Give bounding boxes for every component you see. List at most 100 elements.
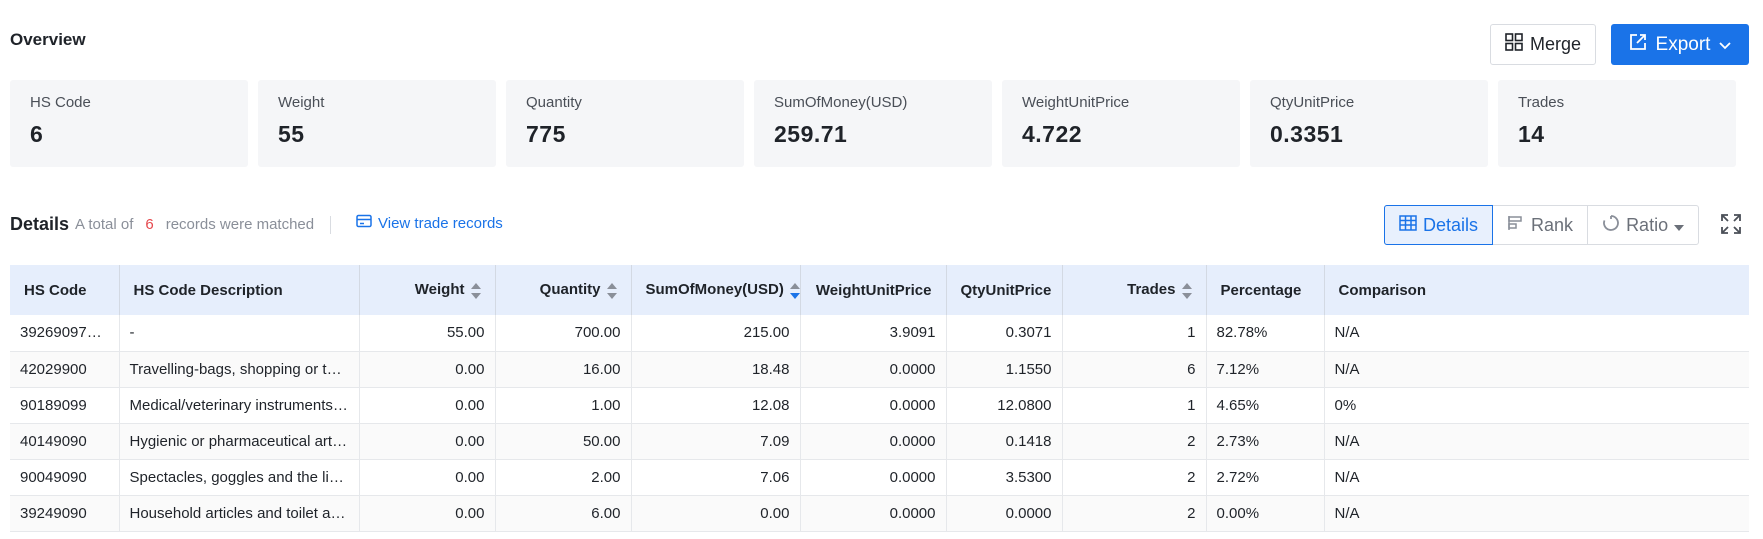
cell-sum-of-money: 7.06 [631, 459, 801, 496]
cell-sum-of-money: 12.08 [631, 387, 801, 424]
cell-weight-unit-price: 0.0000 [800, 459, 947, 496]
table-row: 90189099 Medical/veterinary instruments … [10, 387, 1749, 424]
header-sum-of-money-label: SumOfMoney(USD) [645, 281, 784, 299]
header-sum-of-money[interactable]: SumOfMoney(USD) [631, 265, 801, 315]
header-weight[interactable]: Weight [359, 265, 496, 315]
cell-qty-unit-price: 3.5300 [946, 459, 1063, 496]
header-comparison: Comparison [1324, 265, 1749, 315]
cell-trades: 2 [1062, 423, 1207, 460]
cell-hs-code: 392690979018 [10, 315, 120, 352]
cell-hs-code: 90049090 [10, 459, 120, 496]
ratio-view-label: Ratio [1626, 214, 1669, 235]
merge-button[interactable]: Merge [1490, 24, 1596, 65]
card-label: WeightUnitPrice [1022, 94, 1130, 111]
cell-comparison: N/A [1324, 495, 1749, 532]
cell-description: Spectacles, goggles and the like, n.e.s. [119, 459, 360, 496]
cell-trades: 6 [1062, 351, 1207, 388]
cell-quantity: 6.00 [495, 495, 632, 532]
card-weight: Weight 55 [258, 80, 496, 167]
cell-sum-of-money: 7.09 [631, 423, 801, 460]
cell-hs-code: 90189099 [10, 387, 120, 424]
ratio-icon [1602, 214, 1620, 237]
header-quantity[interactable]: Quantity [495, 265, 632, 315]
cell-weight: 0.00 [359, 459, 496, 496]
cell-quantity: 700.00 [495, 315, 632, 352]
card-label: HS Code [30, 94, 91, 111]
cell-hs-code: 39249090 [10, 495, 120, 532]
cell-qty-unit-price: 1.1550 [946, 351, 1063, 388]
card-value: 4.722 [1022, 121, 1083, 147]
cell-percentage: 2.72% [1206, 459, 1325, 496]
cell-sum-of-money: 215.00 [631, 315, 801, 352]
view-toggle: Details Rank Ratio [1384, 205, 1700, 245]
cell-weight: 0.00 [359, 387, 496, 424]
sort-icon [1181, 282, 1192, 299]
card-weight-unit-price: WeightUnitPrice 4.722 [1002, 80, 1240, 167]
cell-qty-unit-price: 0.3071 [946, 315, 1063, 352]
caret-down-icon [1674, 215, 1685, 236]
cell-weight-unit-price: 0.0000 [800, 387, 947, 424]
header-weight-unit-price: WeightUnitPrice [800, 265, 947, 315]
cell-quantity: 1.00 [495, 387, 632, 424]
export-button[interactable]: Export [1611, 24, 1749, 65]
fullscreen-icon[interactable] [1720, 213, 1744, 237]
card-value: 14 [1518, 121, 1545, 147]
sort-desc-icon [789, 282, 800, 299]
rank-icon [1507, 215, 1525, 236]
details-view-label: Details [1423, 214, 1479, 235]
overview-title: Overview [10, 30, 86, 49]
card-icon [356, 214, 372, 232]
card-hs-code: HS Code 6 [10, 80, 248, 167]
details-view-button[interactable]: Details [1384, 205, 1494, 245]
header-trades-label: Trades [1127, 281, 1176, 299]
sort-icon [470, 282, 481, 299]
card-value: 0.3351 [1270, 121, 1344, 147]
header-qty-unit-price: QtyUnitPrice [946, 265, 1063, 315]
cell-sum-of-money: 0.00 [631, 495, 801, 532]
cell-comparison: N/A [1324, 459, 1749, 496]
cell-comparison: 0% [1324, 387, 1749, 424]
details-table: HS Code HS Code Description Weight Quant… [10, 265, 1749, 532]
summary-prefix: A total of [75, 216, 134, 233]
cell-description: Hygienic or pharmaceutical articles of r… [119, 423, 360, 460]
details-title: Details [10, 214, 70, 234]
details-summary: A total of 6 records were matched [75, 216, 314, 233]
card-sum-of-money: SumOfMoney(USD) 259.71 [754, 80, 992, 167]
header-weight-label: Weight [414, 281, 465, 299]
summary-suffix: records were matched [165, 216, 315, 233]
cell-sum-of-money: 18.48 [631, 351, 801, 388]
cell-description: Household articles and toilet articles o… [119, 495, 360, 532]
cell-hs-code: 42029900 [10, 351, 120, 388]
sort-icon [606, 282, 617, 299]
cell-trades: 2 [1062, 459, 1207, 496]
ratio-view-button[interactable]: Ratio [1588, 206, 1698, 244]
cell-percentage: 4.65% [1206, 387, 1325, 424]
header-trades[interactable]: Trades [1062, 265, 1207, 315]
table-row: 90049090 Spectacles, goggles and the lik… [10, 459, 1749, 496]
header-percentage: Percentage [1206, 265, 1325, 315]
table-header-row: HS Code HS Code Description Weight Quant… [10, 265, 1749, 315]
cell-description: Travelling-bags, shopping or tool bags [119, 351, 360, 388]
cell-weight-unit-price: 0.0000 [800, 423, 947, 460]
card-trades: Trades 14 [1498, 80, 1736, 167]
cell-trades: 1 [1062, 315, 1207, 352]
merge-label: Merge [1529, 34, 1582, 54]
card-value: 259.71 [774, 121, 848, 147]
cell-comparison: N/A [1324, 423, 1749, 460]
view-trade-records-link[interactable]: View trade records [356, 214, 503, 232]
table-row: 39249090 Household articles and toilet a… [10, 495, 1749, 532]
card-label: SumOfMoney(USD) [774, 94, 908, 111]
cell-description: - [119, 315, 360, 352]
export-icon [1629, 33, 1647, 57]
cell-weight: 55.00 [359, 315, 496, 352]
rank-view-button[interactable]: Rank [1493, 206, 1589, 244]
table-row: 42029900 Travelling-bags, shopping or to… [10, 351, 1749, 388]
cell-weight-unit-price: 3.9091 [800, 315, 947, 352]
cell-quantity: 16.00 [495, 351, 632, 388]
header-hs-code-description: HS Code Description [119, 265, 360, 315]
cell-trades: 2 [1062, 495, 1207, 532]
cell-qty-unit-price: 0.0000 [946, 495, 1063, 532]
cell-comparison: N/A [1324, 315, 1749, 352]
table-row: 392690979018 - 55.00 700.00 215.00 3.909… [10, 315, 1749, 352]
cell-percentage: 2.73% [1206, 423, 1325, 460]
